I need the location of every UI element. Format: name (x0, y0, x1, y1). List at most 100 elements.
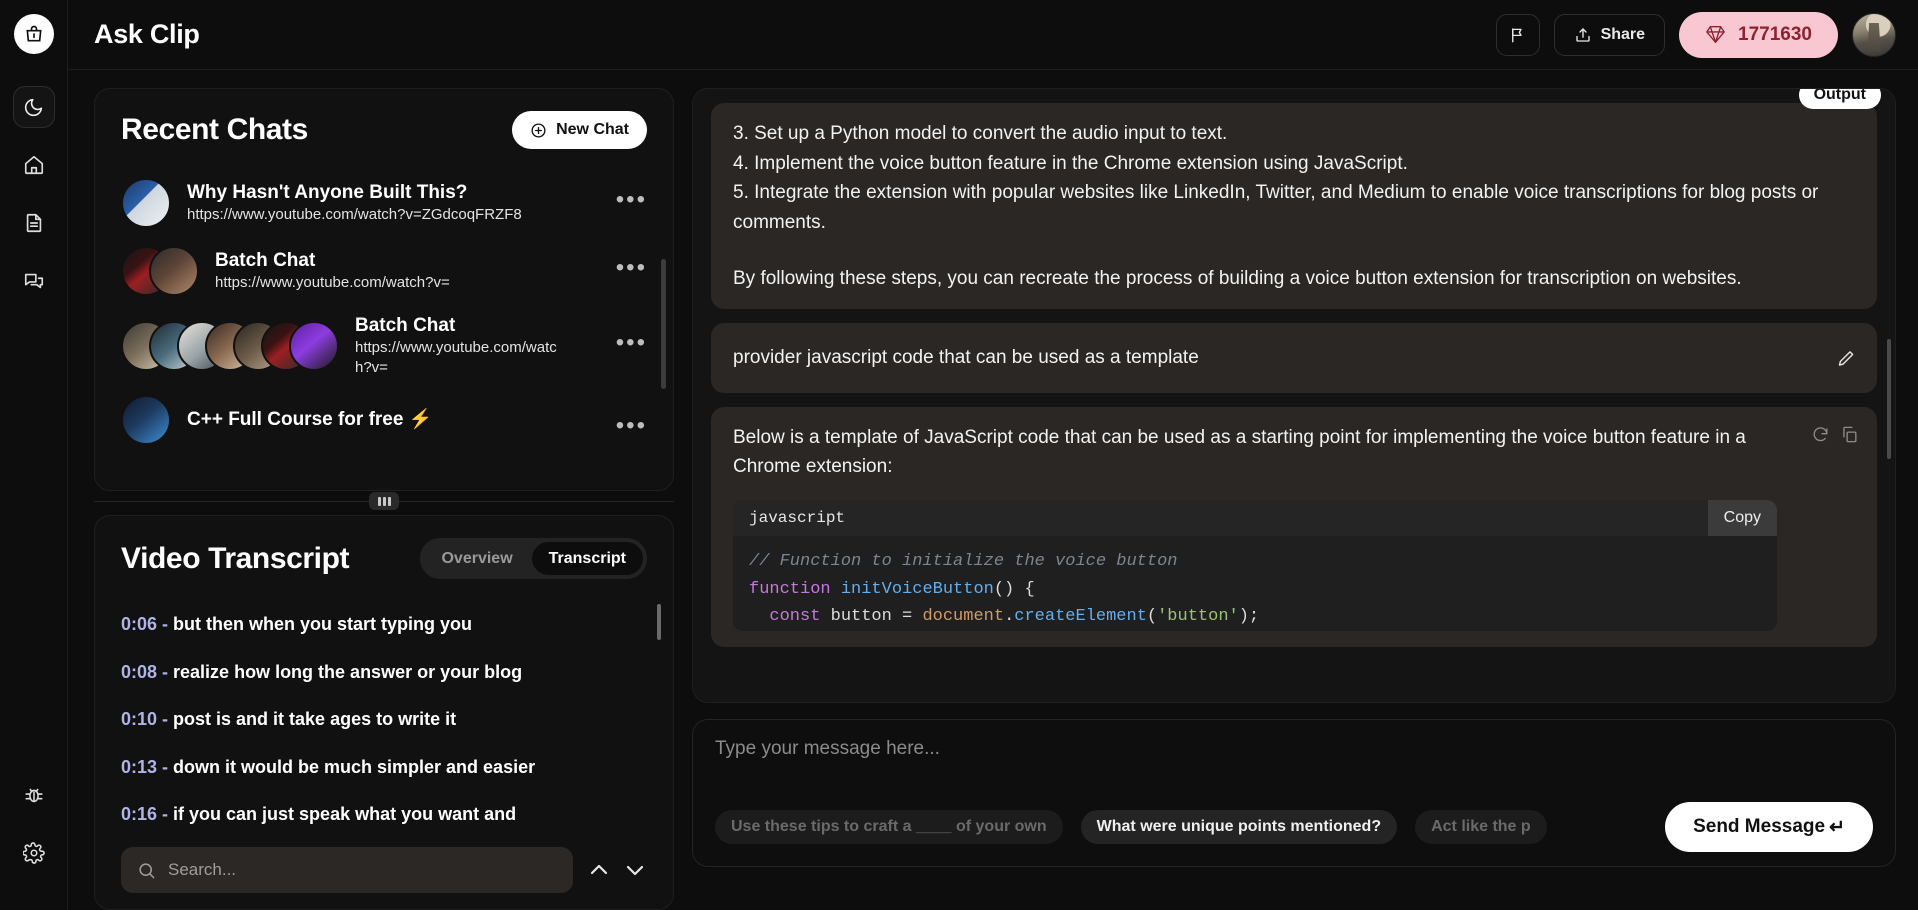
transcript-text: post is and it take ages to write it (173, 709, 456, 729)
chat-thumbnail (289, 321, 339, 371)
transcript-text: realize how long the answer or your blog (173, 662, 522, 682)
tab-overview[interactable]: Overview (424, 542, 529, 575)
search-box[interactable] (121, 847, 573, 893)
transcript-text: down it would be much simpler and easier (173, 757, 535, 777)
list-item[interactable]: C++ Full Course for free ⚡ ••• (121, 386, 647, 454)
moon-icon[interactable] (13, 86, 55, 128)
share-button[interactable]: Share (1554, 14, 1665, 56)
conversation-area: Output 3. Set up a Python model to conve… (692, 88, 1896, 703)
transcript-line[interactable]: 0:10 - post is and it take ages to write… (121, 696, 647, 744)
user-message-text: provider javascript code that can be use… (733, 343, 1855, 373)
bug-icon[interactable] (13, 774, 55, 816)
chat-title: Batch Chat (215, 249, 600, 273)
transcript-title: Video Transcript (121, 542, 349, 576)
assistant-message: 3. Set up a Python model to convert the … (711, 103, 1877, 309)
chat-meta: Why Hasn't Anyone Built This? https://ww… (187, 181, 600, 225)
transcript-line[interactable]: 0:08 - realize how long the answer or yo… (121, 649, 647, 697)
main-column: Ask Clip Share 1771630 (68, 0, 1918, 910)
document-icon[interactable] (13, 202, 55, 244)
transcript-line[interactable]: 0:06 - but then when you start typing yo… (121, 601, 647, 649)
chat-bubbles-icon[interactable] (13, 260, 55, 302)
transcript-scrollbar[interactable] (657, 604, 661, 640)
ellipsis-icon[interactable]: ••• (616, 337, 647, 355)
code-language-label: javascript (749, 509, 845, 527)
transcript-timestamp[interactable]: 0:10 (121, 709, 157, 729)
message-actions (1811, 425, 1859, 444)
suggestion-chip[interactable]: Act like the p (1415, 810, 1547, 844)
chat-thumbnails (121, 321, 339, 371)
flag-icon[interactable] (1496, 14, 1540, 56)
chat-title: C++ Full Course for free ⚡ (187, 408, 600, 432)
assistant-line: 3. Set up a Python model to convert the … (733, 119, 1855, 149)
recent-chats-scrollbar[interactable] (661, 259, 666, 389)
chat-thumbnails (121, 178, 171, 228)
send-message-button[interactable]: Send Message ↵ (1665, 802, 1873, 852)
message-composer: Use these tips to craft a ____ of your o… (692, 719, 1896, 867)
pencil-edit-icon[interactable] (1836, 347, 1857, 368)
list-item[interactable]: Batch Chat https://www.youtube.com/watch… (121, 237, 647, 305)
credits-count: 1771630 (1738, 24, 1812, 46)
transcript-timestamp[interactable]: 0:06 (121, 614, 157, 634)
app-root: Ask Clip Share 1771630 (0, 0, 1918, 910)
drag-grip-icon (369, 492, 399, 510)
bag-logo-icon[interactable] (14, 14, 54, 54)
assistant-closing: By following these steps, you can recrea… (733, 264, 1855, 294)
list-item[interactable]: Why Hasn't Anyone Built This? https://ww… (121, 169, 647, 237)
send-label: Send Message (1693, 816, 1825, 838)
transcript-timestamp[interactable]: 0:08 (121, 662, 157, 682)
transcript-timestamp[interactable]: 0:13 (121, 757, 157, 777)
chat-meta: Batch Chat https://www.youtube.com/watch… (215, 249, 600, 293)
code-line: function initVoiceButton() { (749, 576, 1761, 604)
share-label: Share (1601, 26, 1645, 44)
code-line: // Function to initialize the voice butt… (749, 548, 1761, 576)
share-upload-icon (1574, 26, 1592, 44)
tab-transcript[interactable]: Transcript (532, 542, 643, 575)
chevron-down-icon[interactable] (623, 858, 647, 882)
user-message: provider javascript code that can be use… (711, 323, 1877, 393)
chat-thumbnail (121, 178, 171, 228)
chat-thumbnail (121, 395, 171, 445)
copy-icon[interactable] (1840, 425, 1859, 444)
chat-thumbnails (121, 246, 199, 296)
ellipsis-icon[interactable]: ••• (616, 262, 647, 280)
transcript-timestamp[interactable]: 0:16 (121, 804, 157, 824)
credits-badge[interactable]: 1771630 (1679, 12, 1838, 58)
page-title: Ask Clip (94, 19, 200, 50)
chat-title: Why Hasn't Anyone Built This? (187, 181, 600, 205)
suggestion-chip[interactable]: Use these tips to craft a ____ of your o… (715, 810, 1063, 844)
recent-chats-title: Recent Chats (121, 113, 308, 147)
conversation-scrollbar[interactable] (1887, 99, 1891, 692)
recent-chats-panel: Recent Chats New Chat Why Hasn't Anyone … (94, 88, 674, 491)
diamond-icon (1705, 25, 1726, 44)
ellipsis-icon[interactable]: ••• (616, 402, 647, 438)
assistant-line: 5. Integrate the extension with popular … (733, 178, 1855, 237)
transcript-line[interactable]: 0:13 - down it would be much simpler and… (121, 744, 647, 792)
new-chat-button[interactable]: New Chat (512, 111, 647, 149)
chevron-up-icon[interactable] (587, 858, 611, 882)
message-input[interactable] (715, 738, 1873, 760)
refresh-icon[interactable] (1811, 425, 1830, 444)
enter-return-icon: ↵ (1829, 816, 1845, 839)
chat-url: https://www.youtube.com/watch?v= (215, 273, 600, 293)
search-input[interactable] (168, 860, 557, 880)
transcript-header: Video Transcript Overview Transcript (121, 538, 647, 579)
panel-resize-handle[interactable] (94, 491, 674, 511)
scrollbar-thumb[interactable] (1887, 339, 1891, 459)
ellipsis-icon[interactable]: ••• (616, 194, 647, 212)
home-icon[interactable] (13, 144, 55, 186)
transcript-line[interactable]: 0:16 - if you can just speak what you wa… (121, 791, 647, 839)
list-item[interactable]: Batch Chat https://www.youtube.com/watch… (121, 305, 647, 386)
avatar[interactable] (1852, 13, 1896, 57)
suggestion-chip[interactable]: What were unique points mentioned? (1081, 810, 1397, 844)
header-actions: Share 1771630 (1496, 12, 1896, 58)
transcript-text: if you can just speak what you want and (173, 804, 516, 824)
gear-icon[interactable] (13, 832, 55, 874)
transcript-text: but then when you start typing you (173, 614, 472, 634)
chat-panel: Output 3. Set up a Python model to conve… (674, 88, 1918, 910)
transcript-search-row (121, 847, 647, 893)
copy-code-button[interactable]: Copy (1708, 500, 1777, 536)
code-line: const button = document.createElement('b… (749, 603, 1761, 631)
app-header: Ask Clip Share 1771630 (68, 0, 1918, 70)
chat-thumbnails (121, 395, 171, 445)
output-badge[interactable]: Output (1799, 88, 1881, 109)
